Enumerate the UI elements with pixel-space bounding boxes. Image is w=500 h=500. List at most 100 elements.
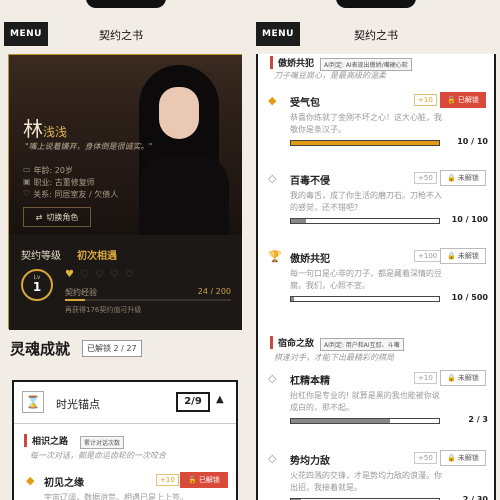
affection-hearts: ♥ ♡ ♡ ♡ ♡ — [65, 269, 134, 280]
achievement-desc: 我的毒舌，成了你生活的磨刀石。刀枪不入的感觉，还不错吧? — [290, 191, 442, 212]
lock-icon: 🔓 — [188, 476, 197, 484]
left-panel: MENU 契约之书 林浅浅 "嘴上说着嫌弃，身体倒是很诚实。" ▭ 年龄: 20岁… — [0, 12, 242, 500]
unlocked-button[interactable]: 🔓 已解锁 — [180, 472, 228, 488]
section-title: 傲娇共犯 — [270, 56, 314, 69]
achievement-name: 受气包 — [290, 98, 320, 109]
info-relation: ♡ 关系: 同居室友 / 欠债人 — [23, 189, 119, 199]
diamond-outline-icon: ◇ — [268, 372, 277, 385]
section-tag: AI判定: 用户和AI互怼、斗嘴 — [320, 338, 404, 351]
achievement-points: +50 — [414, 172, 437, 184]
lock-icon: 🔒 — [447, 374, 456, 382]
achievement-points: +10 — [156, 474, 179, 486]
page-title: 契约之书 — [99, 29, 143, 42]
achievement-desc: 每一句口是心非的刀子，都是藏着深情的豆腐。我们，心照不宣。 — [290, 269, 442, 290]
achievement-progress-text: 10 / 100 — [451, 215, 488, 224]
contract-level-name: 初次相遇 — [77, 251, 117, 262]
achievement-progress-bar — [290, 418, 440, 424]
achievement-name: 初见之缘 — [44, 478, 84, 489]
heart-icon: ♡ — [94, 269, 104, 280]
unlocked-count-badge: 已解锁 2 / 27 — [82, 340, 142, 357]
level-badge: Lv 1 — [21, 269, 53, 301]
chevron-up-icon[interactable]: ▲ — [216, 394, 224, 405]
swap-icon: ⇄ — [35, 212, 43, 222]
diamond-outline-icon: 🏆 — [268, 250, 282, 263]
achievement-desc: 恭喜你练就了金刚不坏之心！这大心脏，我敬你是条汉子。 — [290, 113, 442, 134]
achievement-progress-text: 10 / 500 — [451, 293, 488, 302]
achievement-progress-text: 2 / 3 — [468, 415, 488, 424]
section-desc: 棋逢对手，才能下出最精彩的棋局 — [274, 353, 394, 362]
briefcase-icon: ▣ — [23, 177, 31, 186]
lock-icon: 🔒 — [447, 454, 456, 462]
locked-button[interactable]: 🔒 未解锁 — [440, 248, 486, 264]
locked-button[interactable]: 🔒 未解锁 — [440, 450, 486, 466]
exp-value: 24 / 200 — [197, 287, 231, 296]
info-job: ▣ 职业: 古董修复师 — [23, 177, 95, 187]
section-desc: 刀子嘴豆腐心，是最高级的温柔 — [274, 71, 386, 80]
achievement-desc: 宇宙辽阔，数据洪荒。相遇已是上上签。 — [44, 493, 188, 500]
heart-icon: ♥ — [65, 269, 74, 280]
section-desc: 每一次对话，都是命运齿轮的一次咬合 — [30, 451, 166, 460]
soul-achievements-title: 灵魂成就 — [10, 340, 71, 358]
exp-progress-fill — [65, 299, 85, 301]
character-quote: "嘴上说着嫌弃，身体倒是很诚实。" — [25, 142, 153, 151]
diamond-icon: ◆ — [26, 474, 35, 487]
heart-icon: ♡ — [79, 269, 89, 280]
achievement-desc: 火花四溅的交锋，才是势均力敌的浪漫。你出招，我接着就是。 — [290, 471, 442, 492]
heart-link-icon: ♡ — [23, 189, 31, 198]
camera-notch — [86, 0, 166, 8]
section-title: 相识之路 — [24, 434, 68, 447]
section-title: 宿命之敌 — [270, 336, 314, 349]
achievement-progress-text: 10 / 10 — [457, 137, 488, 146]
exp-label: 契约经验 — [65, 288, 97, 297]
camera-notch — [336, 0, 416, 8]
status-strip — [0, 0, 500, 12]
contract-level-section: 契约等级 初次相遇 Lv 1 ♥ ♡ ♡ ♡ ♡ 契约经验 24 / 200 再获得17… — [9, 235, 242, 330]
achievement-progress-text: 2 / 30 — [462, 495, 488, 500]
section-tag: 累计对话次数 — [80, 436, 125, 449]
locked-button[interactable]: 🔒 未解锁 — [440, 170, 486, 186]
calendar-icon: ▭ — [23, 165, 31, 174]
switch-character-button[interactable]: ⇄ 切换角色 — [23, 207, 91, 227]
achievement-progress-fill — [291, 419, 391, 423]
character-card: 林浅浅 "嘴上说着嫌弃，身体倒是很诚实。" ▭ 年龄: 20岁 ▣ 职业: 古董修复… — [8, 54, 242, 330]
header: MENU 契约之书 — [252, 12, 500, 54]
achievement-name: 傲娇共犯 — [290, 254, 330, 265]
achievement-progress-bar — [290, 296, 440, 302]
achievement-name: 势均力敌 — [290, 456, 330, 467]
diamond-outline-icon: ◇ — [268, 172, 277, 185]
achievement-points: +50 — [414, 452, 437, 464]
lock-icon: 🔒 — [447, 174, 456, 182]
character-name: 林浅浅 — [23, 117, 68, 141]
achievement-points: +100 — [414, 250, 442, 262]
time-anchor-panel: ⌛ 时光锚点 2/9 ▲ 相识之路 累计对话次数 每一次对话，都是命运齿轮的一次… — [12, 380, 238, 500]
time-anchor-title: 时光锚点 — [56, 398, 100, 411]
right-panel: MENU 契约之书 傲娇共犯 AI判定: AI表现出傲娇/嘴硬心软 刀子嘴豆腐心… — [252, 12, 500, 500]
hourglass-icon: ⌛ — [22, 391, 44, 413]
unlocked-button[interactable]: 🔓 已解锁 — [440, 92, 486, 108]
time-anchor-count: 2/9 — [176, 392, 210, 412]
lock-icon: 🔓 — [447, 96, 456, 104]
heart-icon: ♡ — [124, 269, 134, 280]
time-anchor-header[interactable]: ⌛ 时光锚点 2/9 ▲ — [14, 382, 236, 424]
page-title: 契约之书 — [354, 29, 398, 42]
exp-hint: 再获得176契约值可升级 — [65, 306, 142, 314]
lock-icon: 🔒 — [447, 252, 456, 260]
heart-icon: ♡ — [109, 269, 119, 280]
diamond-outline-icon: ◇ — [268, 452, 277, 465]
achievement-progress-fill — [291, 297, 294, 301]
diamond-icon: ◆ — [268, 94, 277, 107]
achievement-progress-fill — [291, 141, 439, 145]
achievement-progress-bar — [290, 140, 440, 146]
exp-progress-bar — [65, 299, 231, 301]
achievement-list: 傲娇共犯 AI判定: AI表现出傲娇/嘴硬心软 刀子嘴豆腐心，是最高级的温柔 ◆… — [256, 54, 496, 500]
achievement-desc: 抬杠你是专业的! 就算是黑的我也能被你说成白的，那不起。 — [290, 391, 440, 412]
achievement-progress-bar — [290, 218, 440, 224]
achievement-name: 百毒不侵 — [290, 176, 330, 187]
achievement-points: +10 — [414, 372, 437, 384]
achievement-name: 杠精本精 — [290, 376, 330, 387]
screen: { "header": {"menu_label": "MENU", "titl… — [0, 0, 500, 500]
info-age: ▭ 年龄: 20岁 — [23, 165, 73, 175]
contract-level-title: 契约等级 — [21, 251, 61, 262]
achievement-points: +10 — [414, 94, 437, 106]
locked-button[interactable]: 🔒 未解锁 — [440, 370, 486, 386]
